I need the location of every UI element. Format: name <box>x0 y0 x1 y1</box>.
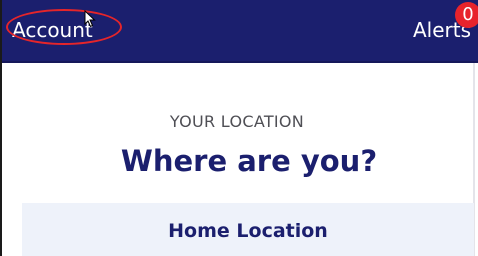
mouse-cursor-icon <box>84 10 96 28</box>
section-eyebrow: YOUR LOCATION <box>169 112 305 131</box>
header-divider <box>2 61 478 63</box>
account-link[interactable]: Account <box>12 18 93 42</box>
home-location-label: Home Location <box>168 220 328 242</box>
alerts-count-badge: 0 <box>455 2 478 28</box>
home-location-button[interactable]: Home Location <box>22 203 474 256</box>
page-title: Where are you? <box>120 144 378 178</box>
